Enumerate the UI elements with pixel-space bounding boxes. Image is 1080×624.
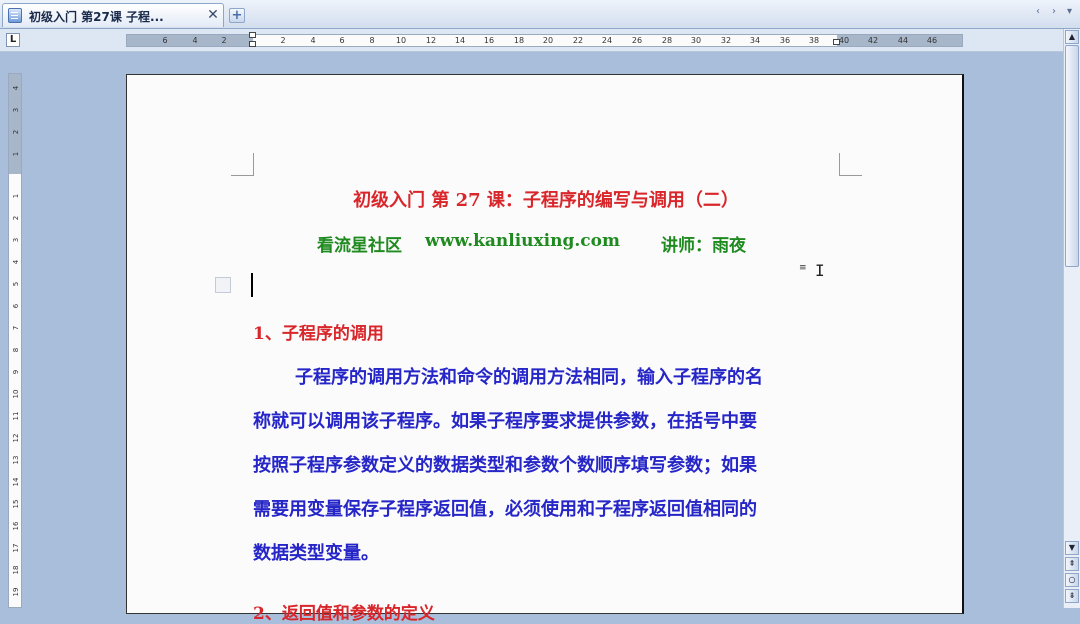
ruler-tick-label: 16 — [483, 36, 495, 45]
ruler-tick-label: 42 — [867, 36, 879, 45]
ruler-tick-label: 4 — [192, 36, 198, 45]
tab-title: 初级入门 第27课 子程... — [29, 10, 164, 24]
ruler-tick-label: 14 — [454, 36, 466, 45]
ruler-tick-label: 12 — [425, 36, 437, 45]
vertical-ruler-tick-label: 12 — [12, 433, 20, 443]
ruler-tick-label: 44 — [897, 36, 909, 45]
paragraph-layout-icon[interactable] — [215, 277, 231, 293]
lecturer: 讲师：雨夜 — [661, 236, 746, 256]
body-line: 按照子程序参数定义的数据类型和参数个数顺序填写参数；如果 — [253, 455, 757, 476]
ruler-left-margin — [127, 35, 253, 46]
body-line: 需要用变量保存子程序返回值，必须使用和子程序返回值相同的 — [253, 499, 757, 520]
tab-bar: 初级入门 第27课 子程... ✕ + ‹ › ▾ — [0, 0, 1080, 29]
scroll-down-button[interactable]: ▼ — [1065, 541, 1079, 555]
section-heading-1: 1、子程序的调用 — [253, 324, 384, 344]
vertical-ruler-tick-label: 7 — [12, 325, 20, 331]
ibeam-cursor-icon: I — [815, 261, 825, 280]
left-indent-marker[interactable] — [249, 41, 256, 47]
scroll-up-button[interactable]: ▲ — [1065, 30, 1079, 44]
vertical-ruler-tick-label: 1 — [12, 151, 20, 157]
vertical-ruler-tick-label: 4 — [12, 85, 20, 91]
new-tab-button[interactable]: + — [229, 8, 245, 23]
section-heading-2: 2、返回值和参数的定义 — [253, 604, 435, 624]
body-line: 称就可以调用该子程序。如果子程序要求提供参数，在括号中要 — [253, 411, 757, 432]
body-line: 子程序的调用方法和命令的调用方法相同，输入子程序的名 — [295, 367, 763, 388]
tab-scroll-right-icon[interactable]: › — [1052, 6, 1056, 17]
next-page-button[interactable]: ⇟ — [1065, 589, 1079, 603]
ruler-tick-label: 26 — [631, 36, 643, 45]
scrollbar-thumb[interactable] — [1065, 45, 1079, 267]
ruler-tick-label: 38 — [808, 36, 820, 45]
document-title: 初级入门 第 27 课：子程序的编写与调用（二） — [353, 190, 739, 211]
vertical-ruler-tick-label: 18 — [12, 565, 20, 575]
ruler-tick-label: 20 — [542, 36, 554, 45]
vertical-ruler-tick-label: 15 — [12, 499, 20, 509]
vertical-ruler-tick-label: 13 — [12, 455, 20, 465]
document-icon — [8, 8, 22, 23]
vertical-ruler-tick-label: 9 — [12, 369, 20, 375]
ruler-tick-label: 22 — [572, 36, 584, 45]
ruler-tick-label: 6 — [339, 36, 345, 45]
tab-scroll-left-icon[interactable]: ‹ — [1036, 6, 1040, 17]
vertical-ruler-tick-label: 19 — [12, 587, 20, 597]
tab-list-dropdown-icon[interactable]: ▾ — [1067, 6, 1072, 17]
vertical-ruler-tick-label: 3 — [12, 107, 20, 113]
close-tab-button[interactable]: ✕ — [206, 7, 220, 23]
click-and-type-align-icon: ≡ — [799, 263, 807, 273]
vertical-ruler-tick-label: 16 — [12, 521, 20, 531]
ruler-tick-label: 2 — [280, 36, 286, 45]
ruler-tick-label: 8 — [369, 36, 375, 45]
ruler-tick-label: 18 — [513, 36, 525, 45]
margin-corner-top-right — [839, 153, 862, 176]
right-indent-marker[interactable] — [833, 39, 840, 45]
margin-corner-top-left — [231, 153, 254, 176]
tab-stop-selector[interactable]: L — [6, 33, 20, 47]
ruler-tick-label: 32 — [720, 36, 732, 45]
vertical-ruler-tick-label: 2 — [12, 129, 20, 135]
vertical-ruler-tick-label: 1 — [12, 193, 20, 199]
ruler-tick-label: 30 — [690, 36, 702, 45]
document-tab[interactable]: 初级入门 第27课 子程... ✕ — [2, 3, 224, 27]
ruler-tick-label: 6 — [162, 36, 168, 45]
vertical-ruler-tick-label: 2 — [12, 215, 20, 221]
vertical-ruler-tick-label: 17 — [12, 543, 20, 553]
vertical-ruler-tick-label: 3 — [12, 237, 20, 243]
ruler-tick-label: 2 — [221, 36, 227, 45]
ruler-tick-label: 4 — [310, 36, 316, 45]
document-page[interactable]: 初级入门 第 27 课：子程序的编写与调用（二） 看流星社区 www.kanli… — [126, 74, 964, 624]
body-line: 数据类型变量。 — [253, 543, 379, 564]
ruler-tick-label: 36 — [779, 36, 791, 45]
horizontal-ruler[interactable]: 6 4 2 2 4 6 8 10 12 14 16 18 20 22 24 26 28 30 32 34 36 38 40 4… — [126, 32, 963, 47]
vertical-ruler-tick-label: 10 — [12, 389, 20, 399]
ruler-bar: L 6 4 2 2 4 6 8 10 12 14 16 18 20 22 24 26 28 30 32 34 36 38 4… — [0, 29, 1080, 52]
site-name-text: 看流星社区 — [317, 236, 402, 256]
site-url: www.kanliuxing.com — [425, 231, 620, 251]
ruler-tick-label: 10 — [395, 36, 407, 45]
vertical-ruler-tick-label: 4 — [12, 259, 20, 265]
vertical-ruler-tick-label: 11 — [12, 411, 20, 421]
ruler-tick-label: 40 — [838, 36, 850, 45]
vertical-ruler-tick-label: 6 — [12, 303, 20, 309]
site-name: 看流星社区 — [317, 231, 402, 256]
vertical-ruler-tick-label: 5 — [12, 281, 20, 287]
previous-page-button[interactable]: ⇞ — [1065, 557, 1079, 571]
text-cursor — [251, 273, 253, 297]
ruler-tick-label: 46 — [926, 36, 938, 45]
vertical-ruler[interactable]: 4 3 2 1 1 2 3 4 5 6 7 8 9 10 11 12 13 14 15 16 17 18 19 — [8, 73, 22, 608]
ruler-tick-label: 28 — [661, 36, 673, 45]
first-line-indent-marker[interactable] — [249, 32, 256, 38]
ruler-tick-label: 24 — [601, 36, 613, 45]
vertical-ruler-tick-label: 8 — [12, 347, 20, 353]
vertical-ruler-tick-label: 14 — [12, 477, 20, 487]
select-browse-object-button[interactable]: ○ — [1065, 573, 1079, 587]
ruler-tick-label: 34 — [749, 36, 761, 45]
vertical-scrollbar[interactable]: ▲ ▼ ⇞ ○ ⇟ — [1063, 29, 1080, 608]
